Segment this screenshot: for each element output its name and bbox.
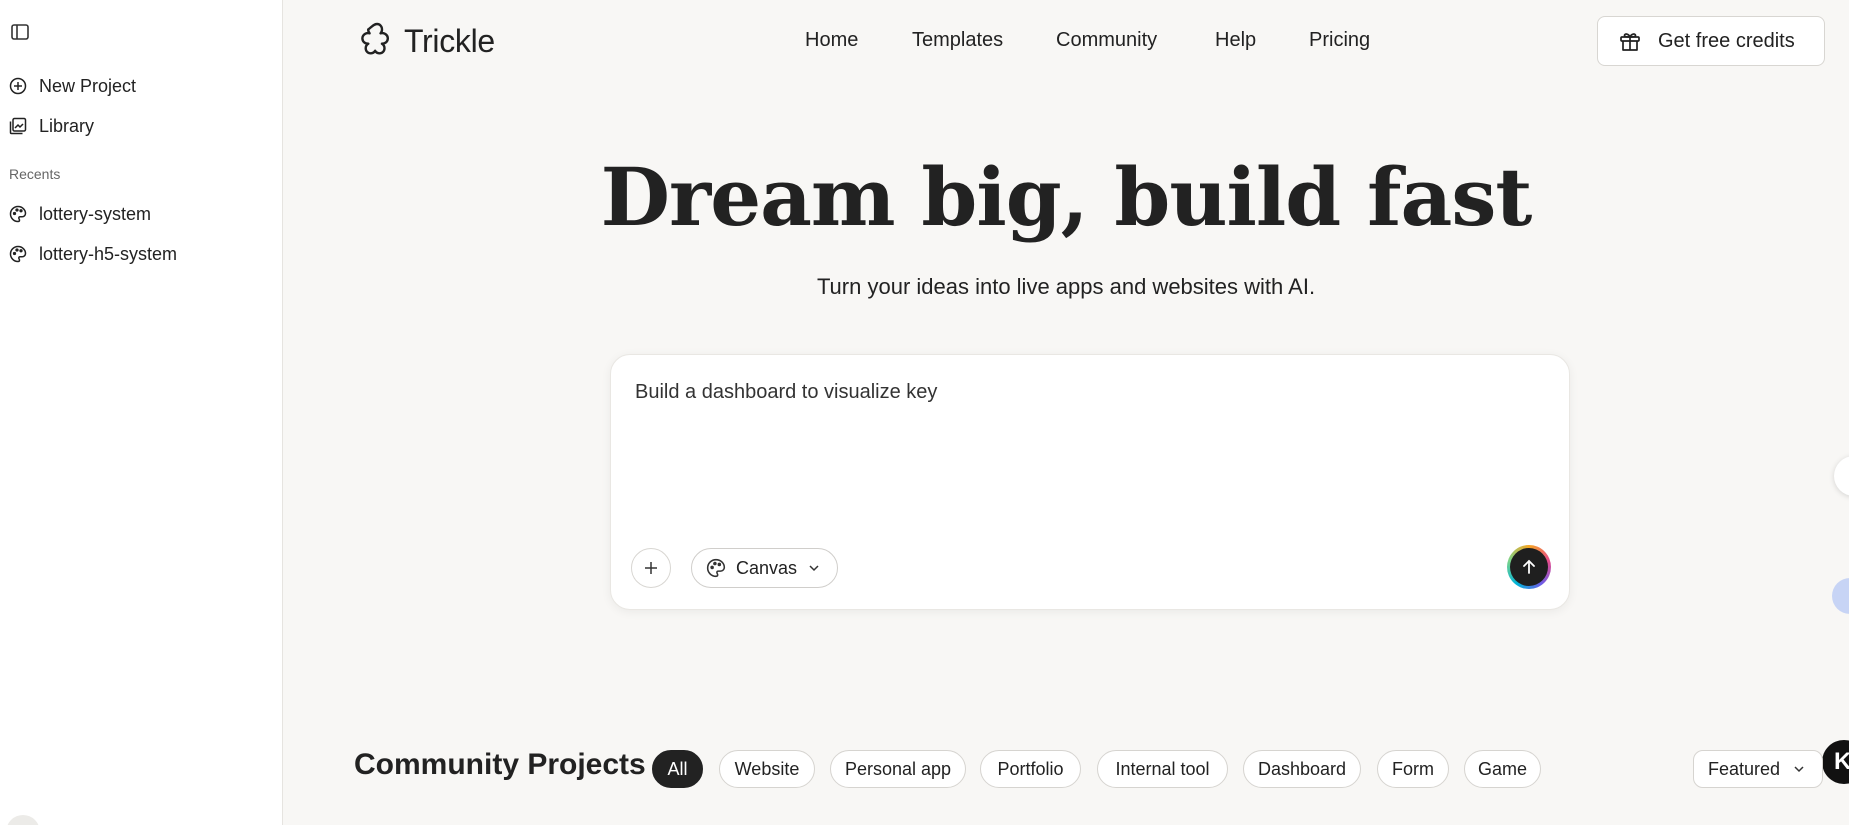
filter-internal-tool[interactable]: Internal tool <box>1097 750 1228 788</box>
sort-select[interactable]: Featured <box>1693 750 1823 788</box>
flower-logo-icon <box>361 22 389 55</box>
palette-icon <box>706 558 726 578</box>
hero-title: Dream big, build fast <box>600 150 1533 244</box>
sidebar-bottom-button[interactable] <box>6 815 40 825</box>
prompt-input[interactable] <box>635 381 1535 481</box>
logo-text: Trickle <box>404 22 495 59</box>
sort-select-label: Featured <box>1708 758 1781 779</box>
new-project-label: New Project <box>39 75 137 96</box>
send-button[interactable] <box>1507 545 1551 589</box>
filter-dashboard[interactable]: Dashboard <box>1243 750 1361 788</box>
sidebar-toggle-icon[interactable] <box>9 21 31 43</box>
nav-community[interactable]: Community <box>1056 29 1157 52</box>
new-project-button[interactable]: New Project <box>9 71 136 101</box>
plus-circle-icon <box>9 77 27 95</box>
chevron-down-icon <box>1794 766 1804 773</box>
filter-all[interactable]: All <box>652 750 703 788</box>
get-free-credits-button[interactable]: Get free credits <box>1597 16 1825 66</box>
nav-pricing[interactable]: Pricing <box>1309 29 1370 52</box>
palette-icon <box>9 245 27 263</box>
recent-item[interactable]: lottery-system <box>9 199 151 229</box>
filter-personal-app[interactable]: Personal app <box>830 750 966 788</box>
floating-side-button[interactable] <box>1834 456 1849 496</box>
gift-icon <box>1620 33 1640 51</box>
send-button-inner <box>1510 548 1548 586</box>
plus-icon <box>645 562 657 574</box>
arrow-up-icon <box>1523 559 1535 574</box>
sidebar: New Project Library Recents lottery-syst… <box>0 0 283 825</box>
nav-help[interactable]: Help <box>1215 29 1256 52</box>
recent-item-label: lottery-system <box>39 203 152 224</box>
library-label: Library <box>39 115 95 136</box>
filter-game[interactable]: Game <box>1464 750 1541 788</box>
chevron-down-icon <box>809 565 819 572</box>
get-free-credits-label: Get free credits <box>1658 29 1795 52</box>
mode-select[interactable]: Canvas <box>691 548 838 588</box>
community-projects-title: Community Projects <box>354 748 646 781</box>
logo[interactable]: Trickle <box>358 20 495 62</box>
library-icon <box>9 117 27 135</box>
floating-avatar[interactable] <box>1832 578 1849 614</box>
recent-item-label: lottery-h5-system <box>39 243 178 264</box>
floating-k-button[interactable]: K <box>1822 740 1849 784</box>
hero-subtitle: Turn your ideas into live apps and websi… <box>816 274 1316 299</box>
prompt-card: Canvas <box>610 354 1570 610</box>
recents-heading: Recents <box>9 166 61 182</box>
nav-templates[interactable]: Templates <box>912 29 1003 52</box>
filter-website[interactable]: Website <box>719 750 815 788</box>
palette-icon <box>9 205 27 223</box>
filter-form[interactable]: Form <box>1377 750 1449 788</box>
mode-select-label: Canvas <box>736 557 798 578</box>
recent-item[interactable]: lottery-h5-system <box>9 239 177 269</box>
nav-home[interactable]: Home <box>805 29 858 52</box>
library-button[interactable]: Library <box>9 111 94 141</box>
filter-portfolio[interactable]: Portfolio <box>980 750 1081 788</box>
attach-button[interactable] <box>631 548 671 588</box>
